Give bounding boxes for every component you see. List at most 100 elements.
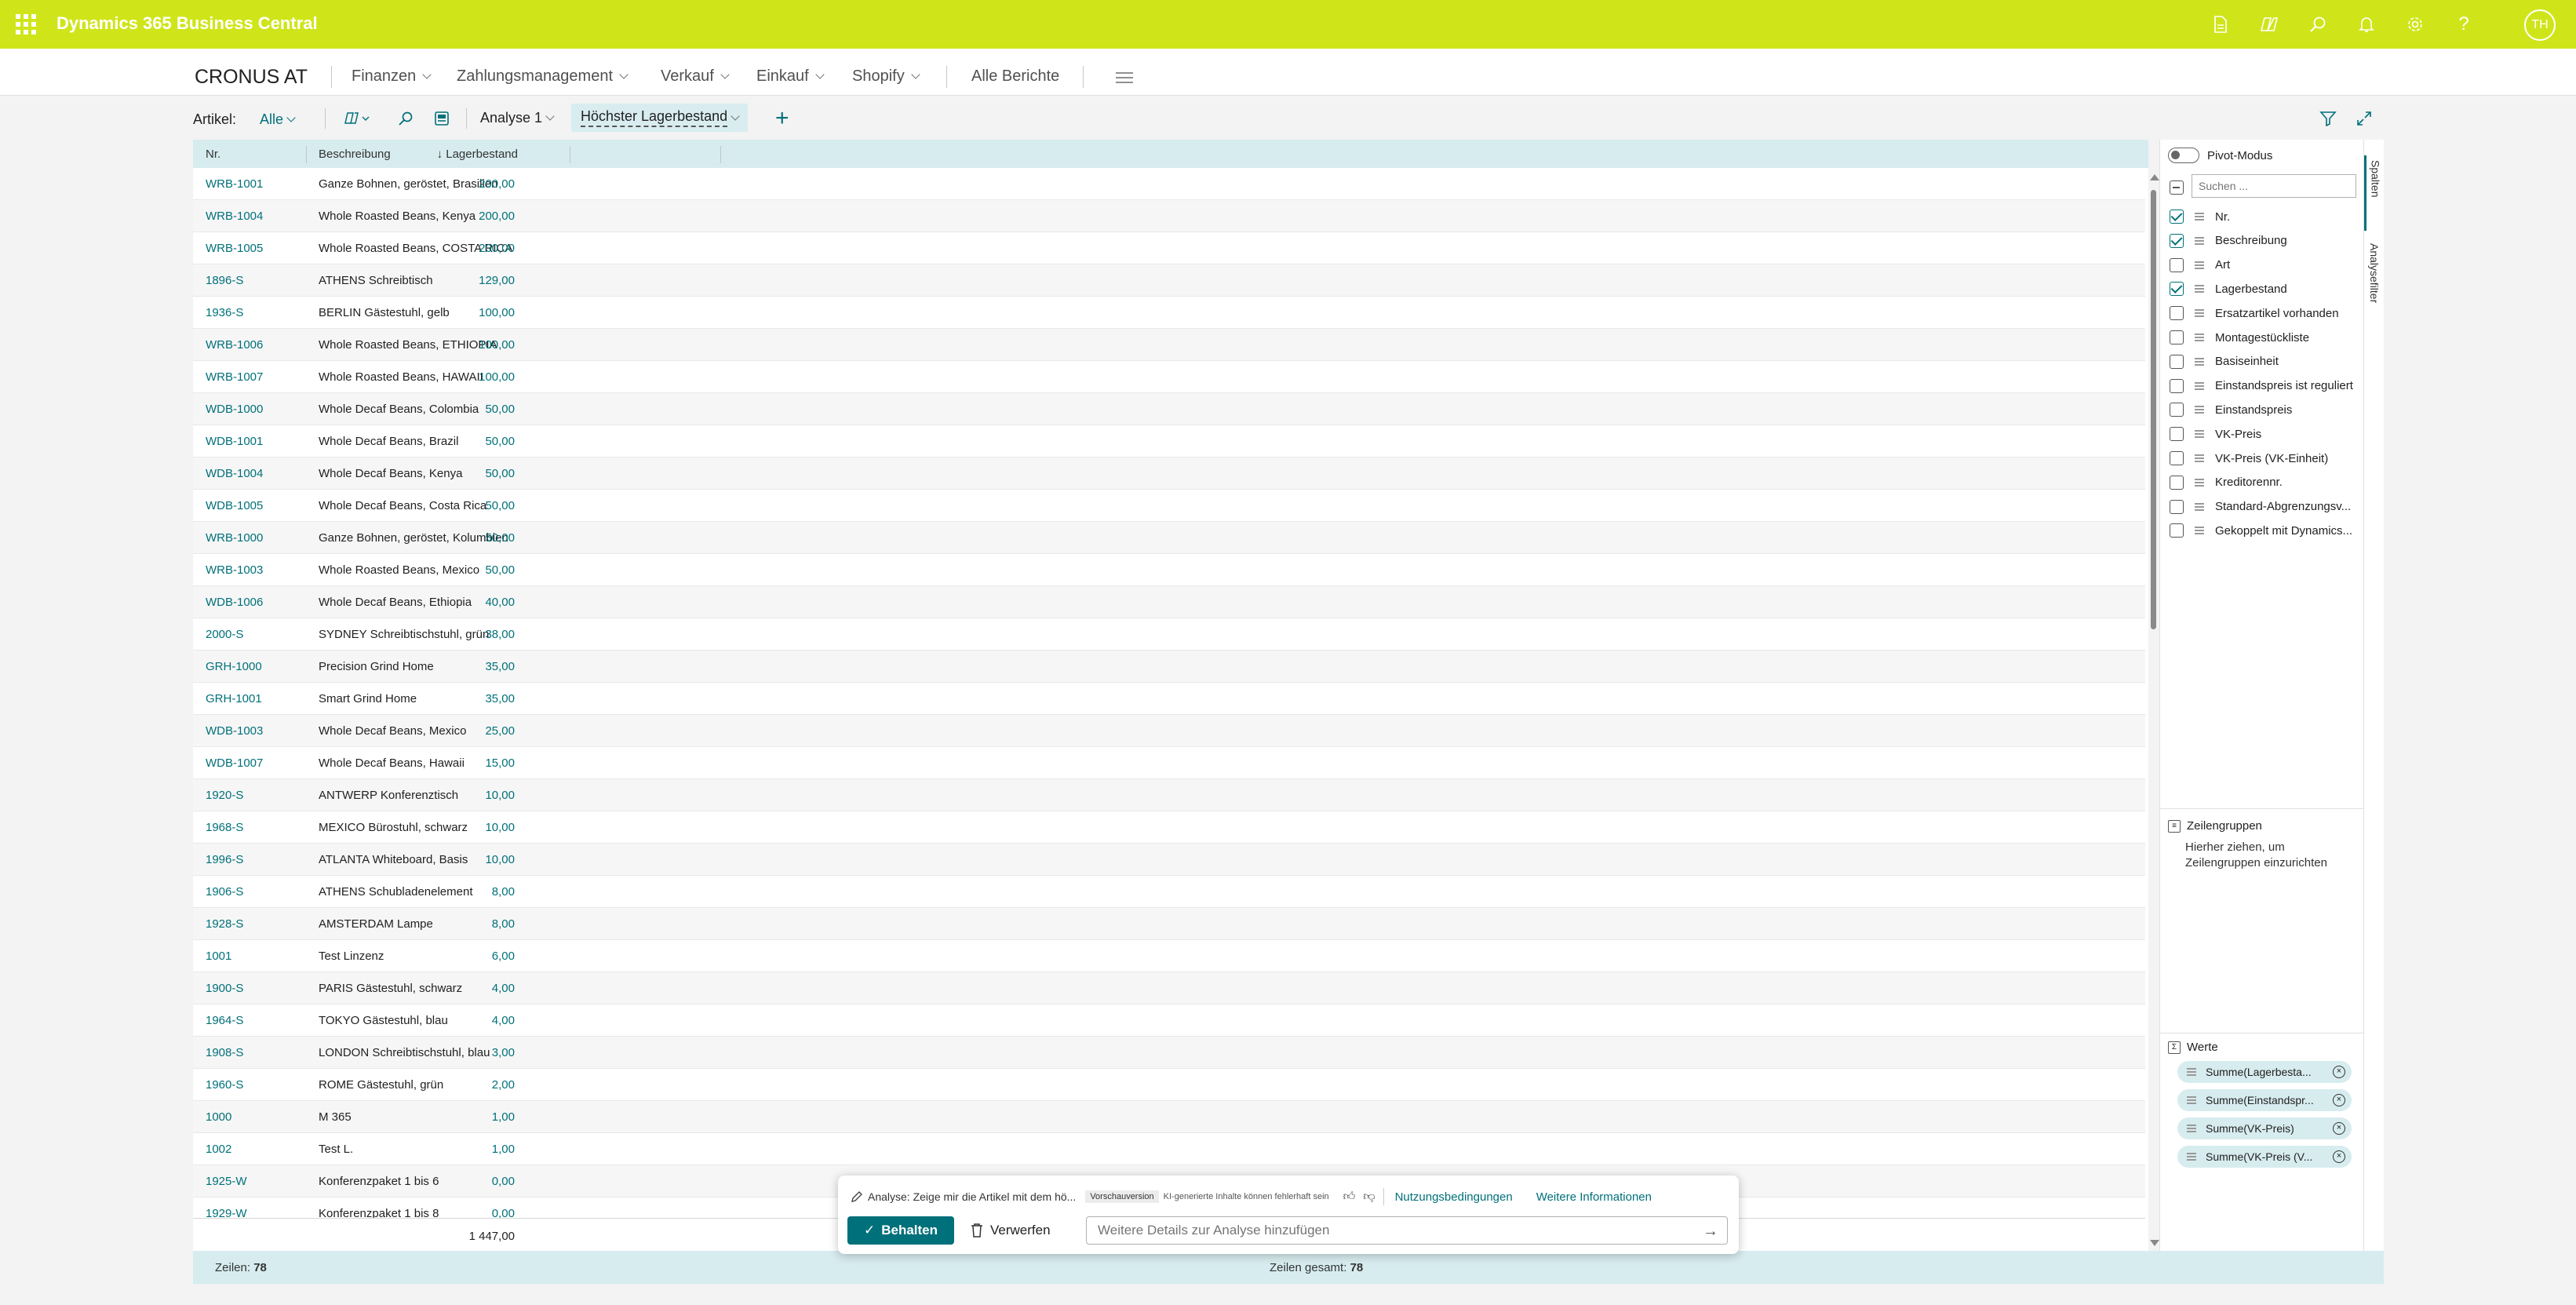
item-number-link[interactable]: WDB-1003 bbox=[206, 724, 263, 738]
column-item[interactable]: VK-Preis bbox=[2170, 425, 2261, 443]
item-number-link[interactable]: WDB-1004 bbox=[206, 467, 263, 480]
inventory-value-link[interactable]: 25,00 bbox=[485, 724, 515, 738]
remove-icon[interactable]: × bbox=[2333, 1066, 2345, 1078]
row-groups-dropzone[interactable]: Hierher ziehen, um Zeilengruppen einzuri… bbox=[2185, 840, 2350, 871]
inventory-value-link[interactable]: 35,00 bbox=[485, 692, 515, 705]
table-row[interactable]: 1900-S PARIS Gästestuhl, schwarz 4,00 bbox=[193, 972, 2145, 1004]
table-row[interactable]: 1896-S ATHENS Schreibtisch 129,00 bbox=[193, 264, 2145, 297]
add-tab-button[interactable]: + bbox=[775, 105, 789, 132]
inventory-value-link[interactable]: 10,00 bbox=[485, 789, 515, 802]
keep-button[interactable]: ✓ Behalten bbox=[847, 1216, 954, 1245]
column-checkbox[interactable] bbox=[2170, 354, 2184, 369]
column-checkbox[interactable] bbox=[2170, 451, 2184, 465]
inventory-value-link[interactable]: 1,00 bbox=[492, 1110, 515, 1124]
discard-button[interactable]: Verwerfen bbox=[964, 1216, 1066, 1245]
item-number-link[interactable]: 1928-S bbox=[206, 917, 243, 931]
table-row[interactable]: WDB-1007 Whole Decaf Beans, Hawaii 15,00 bbox=[193, 747, 2145, 779]
inventory-value-link[interactable]: 6,00 bbox=[492, 950, 515, 963]
column-checkbox[interactable] bbox=[2170, 306, 2184, 321]
inventory-value-link[interactable]: 10,00 bbox=[485, 853, 515, 866]
column-item[interactable]: Kreditorennr. bbox=[2170, 473, 2283, 492]
table-row[interactable]: WRB-1007 Whole Roasted Beans, HAWAII 100,0… bbox=[193, 361, 2145, 393]
drag-handle-icon[interactable] bbox=[2187, 1096, 2196, 1104]
table-row[interactable]: WDB-1006 Whole Decaf Beans, Ethiopia 40,00 bbox=[193, 586, 2145, 618]
item-number-link[interactable]: 1896-S bbox=[206, 274, 243, 287]
thumbs-down-icon[interactable]: 👎︎ bbox=[1363, 1190, 1375, 1204]
inventory-value-link[interactable]: 200,00 bbox=[479, 210, 515, 223]
table-row[interactable]: 1920-S ANTWERP Konferenztisch 10,00 bbox=[193, 779, 2145, 811]
inventory-value-link[interactable]: 50,00 bbox=[485, 531, 515, 545]
drag-handle-icon[interactable] bbox=[2195, 285, 2204, 293]
inventory-value-link[interactable]: 50,00 bbox=[485, 563, 515, 577]
terms-link[interactable]: Nutzungsbedingungen bbox=[1395, 1190, 1513, 1204]
inventory-value-link[interactable]: 100,00 bbox=[479, 306, 515, 319]
more-menu-icon[interactable] bbox=[1116, 72, 1133, 86]
table-row[interactable]: WDB-1000 Whole Decaf Beans, Colombia 50,00 bbox=[193, 393, 2145, 425]
item-number-link[interactable]: WDB-1006 bbox=[206, 596, 263, 609]
table-row[interactable]: 1000 M 365 1,00 bbox=[193, 1101, 2145, 1133]
scroll-up-icon[interactable] bbox=[2150, 174, 2159, 180]
item-number-link[interactable]: 1925-W bbox=[206, 1175, 247, 1188]
item-number-link[interactable]: 1968-S bbox=[206, 821, 243, 834]
inventory-value-link[interactable]: 35,00 bbox=[485, 660, 515, 673]
item-number-link[interactable]: WRB-1006 bbox=[206, 338, 263, 352]
column-item[interactable]: Gekoppelt mit Dynamics... bbox=[2170, 521, 2352, 540]
value-pill[interactable]: Summe(VK-Preis (V... × bbox=[2177, 1146, 2352, 1168]
column-item[interactable]: Beschreibung bbox=[2170, 231, 2287, 250]
inventory-value-link[interactable]: 1,00 bbox=[492, 1143, 515, 1156]
item-number-link[interactable]: 1960-S bbox=[206, 1078, 243, 1092]
company-name[interactable]: CRONUS AT bbox=[195, 66, 308, 89]
table-row[interactable]: WRB-1000 Ganze Bohnen, geröstet, Kolumbie… bbox=[193, 522, 2145, 554]
drag-handle-icon[interactable] bbox=[2195, 213, 2204, 221]
column-item[interactable]: Lagerbestand bbox=[2170, 279, 2287, 298]
column-checkbox[interactable] bbox=[2170, 403, 2184, 417]
inventory-value-link[interactable]: 10,00 bbox=[485, 821, 515, 834]
table-row[interactable]: GRH-1000 Precision Grind Home 35,00 bbox=[193, 651, 2145, 683]
column-checkbox[interactable] bbox=[2170, 378, 2184, 393]
inventory-value-link[interactable]: 2,00 bbox=[492, 1078, 515, 1092]
item-number-link[interactable]: 1900-S bbox=[206, 982, 243, 995]
remove-icon[interactable]: × bbox=[2333, 1150, 2345, 1163]
select-all-checkbox[interactable] bbox=[2170, 180, 2184, 195]
item-number-link[interactable]: 1920-S bbox=[206, 789, 243, 802]
item-number-link[interactable]: WRB-1003 bbox=[206, 563, 263, 577]
item-number-link[interactable]: WDB-1001 bbox=[206, 435, 263, 448]
filter-dropdown[interactable]: Alle bbox=[260, 111, 296, 128]
remove-icon[interactable]: × bbox=[2333, 1094, 2345, 1106]
copilot-icon[interactable] bbox=[2245, 11, 2294, 38]
inventory-value-link[interactable]: 4,00 bbox=[492, 982, 515, 995]
table-row[interactable]: WRB-1001 Ganze Bohnen, geröstet, Brasilie… bbox=[193, 168, 2145, 200]
column-checkbox[interactable] bbox=[2170, 282, 2184, 297]
table-row[interactable]: WDB-1001 Whole Decaf Beans, Brazil 50,00 bbox=[193, 425, 2145, 457]
inventory-value-link[interactable]: 3,00 bbox=[492, 1046, 515, 1059]
ai-prompt-text[interactable]: Analyse: Zeige mir die Artikel mit dem h… bbox=[868, 1190, 1076, 1203]
column-checkbox[interactable] bbox=[2170, 523, 2184, 538]
drag-handle-icon[interactable] bbox=[2195, 478, 2204, 487]
drag-handle-icon[interactable] bbox=[2195, 334, 2204, 341]
column-item[interactable]: Standard-Abgrenzungsv... bbox=[2170, 498, 2351, 516]
document-icon[interactable] bbox=[2196, 11, 2245, 38]
item-number-link[interactable]: 1906-S bbox=[206, 885, 243, 899]
tab-analyse-1[interactable]: Analyse 1 bbox=[471, 104, 563, 132]
table-row[interactable]: 1960-S ROME Gästestuhl, grün 2,00 bbox=[193, 1069, 2145, 1101]
scroll-down-icon[interactable] bbox=[2150, 1240, 2159, 1246]
column-checkbox[interactable] bbox=[2170, 257, 2184, 272]
column-header-description[interactable]: Beschreibung bbox=[319, 148, 391, 161]
inventory-value-link[interactable]: 38,00 bbox=[485, 628, 515, 641]
item-number-link[interactable]: WDB-1005 bbox=[206, 499, 263, 512]
column-search-input[interactable] bbox=[2192, 174, 2356, 198]
table-row[interactable]: WDB-1003 Whole Decaf Beans, Mexico 25,00 bbox=[193, 715, 2145, 747]
item-number-link[interactable]: GRH-1000 bbox=[206, 660, 262, 673]
table-row[interactable]: GRH-1001 Smart Grind Home 35,00 bbox=[193, 683, 2145, 715]
item-number-link[interactable]: 1964-S bbox=[206, 1014, 243, 1027]
inventory-value-link[interactable]: 0,00 bbox=[492, 1175, 515, 1188]
inventory-value-link[interactable]: 15,00 bbox=[485, 756, 515, 770]
item-number-link[interactable]: 1001 bbox=[206, 950, 231, 963]
column-checkbox[interactable] bbox=[2170, 427, 2184, 442]
inventory-value-link[interactable]: 8,00 bbox=[492, 885, 515, 899]
nav-item-zahlungsmanagement[interactable]: Zahlungsmanagement bbox=[457, 67, 629, 86]
item-number-link[interactable]: 1000 bbox=[206, 1110, 231, 1124]
column-header-lagerbestand[interactable]: ↓ Lagerbestand bbox=[437, 148, 518, 161]
vertical-scrollbar[interactable] bbox=[2151, 190, 2156, 629]
inventory-value-link[interactable]: 50,00 bbox=[485, 403, 515, 416]
